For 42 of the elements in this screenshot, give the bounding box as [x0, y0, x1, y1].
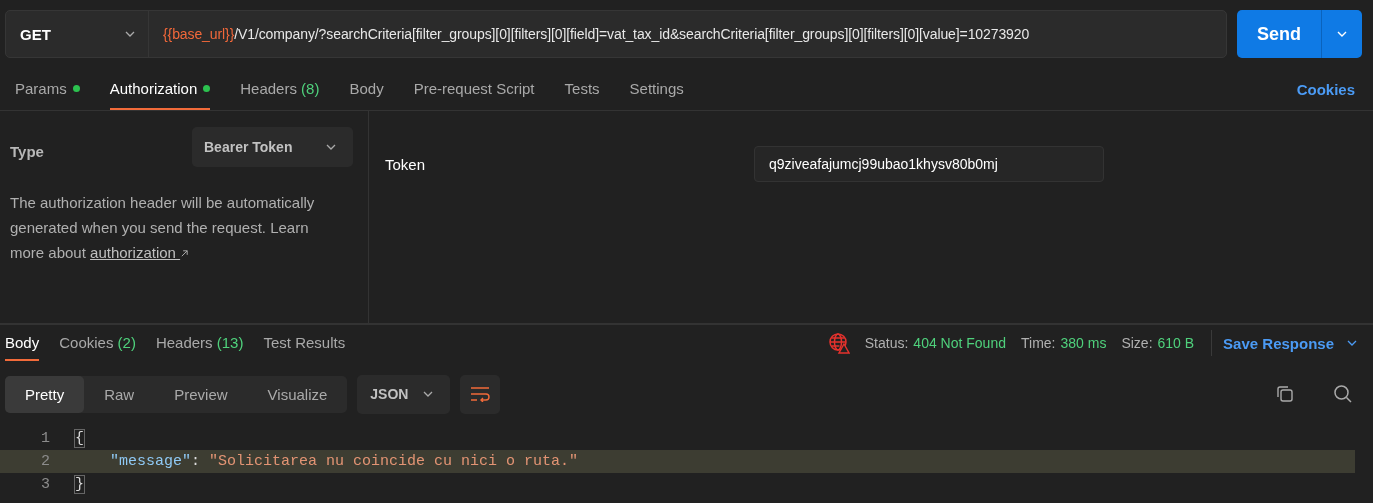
wrap-lines-button[interactable] — [460, 374, 501, 414]
globe-warning-icon — [827, 332, 850, 354]
format-dropdown[interactable]: JSON — [357, 374, 451, 414]
response-tab[interactable]: Cookies (2) — [59, 325, 136, 361]
response-tab[interactable]: Test Results — [263, 325, 346, 361]
save-response-button[interactable]: Save Response — [1223, 334, 1358, 352]
line-number: 2 — [40, 453, 51, 470]
auth-description: The authorization header will be automatically generated when you send the request. Learn more about authorization — [10, 193, 316, 263]
view-mode-tab[interactable]: Pretty — [5, 375, 85, 413]
type-label: Type — [10, 143, 44, 160]
size-value: 610 B — [1157, 335, 1195, 351]
copy-icon[interactable] — [1275, 384, 1295, 404]
time-value: 380 ms — [1060, 335, 1107, 351]
view-mode-tab[interactable]: Visualize — [247, 375, 348, 413]
view-mode-tab[interactable]: Raw — [84, 375, 155, 413]
external-arrow-icon — [180, 249, 190, 258]
auth-type-dropdown[interactable]: Bearer Token — [192, 127, 353, 167]
authorization-link[interactable]: authorization — [90, 244, 190, 261]
search-icon[interactable] — [1333, 384, 1353, 404]
code-line: } — [75, 476, 84, 493]
request-tab[interactable]: Params — [15, 68, 80, 110]
request-tab[interactable]: Body — [349, 68, 384, 110]
response-tab[interactable]: Body — [5, 325, 40, 361]
response-tab[interactable]: Headers (13) — [155, 325, 244, 361]
size-label: Size: — [1121, 335, 1153, 351]
view-mode-tab[interactable]: Preview — [154, 375, 248, 413]
token-field[interactable]: q9ziveafajumcj99ubao1khysv80b0mj — [754, 146, 1104, 182]
request-tab[interactable]: Pre-request Script — [413, 68, 535, 110]
wrap-lines-icon — [469, 386, 492, 402]
status-value: 404 Not Found — [913, 335, 1006, 351]
request-tab[interactable]: Authorization — [109, 68, 211, 110]
time-label: Time: — [1021, 335, 1056, 351]
cookies-link[interactable]: Cookies — [1296, 68, 1355, 110]
line-number: 1 — [40, 430, 51, 447]
status-label: Status: — [864, 335, 909, 351]
request-tab[interactable]: Settings — [629, 68, 684, 110]
token-label: Token — [385, 155, 427, 173]
request-tab[interactable]: Tests — [564, 68, 600, 110]
code-line: { — [75, 430, 84, 447]
code-line: "message": "Solicitarea nu coincide cu nici o ruta." — [109, 453, 579, 470]
request-tab[interactable]: Headers (8) — [240, 68, 320, 110]
line-number: 3 — [40, 476, 51, 493]
